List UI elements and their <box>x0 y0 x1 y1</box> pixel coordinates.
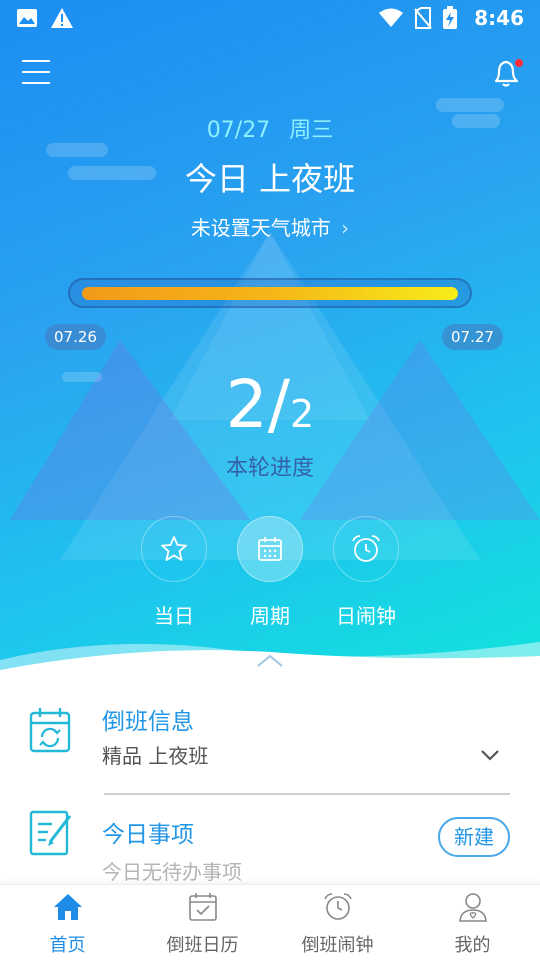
current-date: 07/27 周三 <box>0 112 540 144</box>
todo-title: 今日事项 <box>102 822 194 848</box>
hero-panel: 8:46 07/27 周三 今日 上夜班 未设置天气城市 › 07.26 07.… <box>0 0 540 680</box>
user-icon <box>458 893 487 922</box>
today-button[interactable] <box>141 516 207 582</box>
nav-profile[interactable]: 我的 <box>405 885 540 960</box>
alarm-clock-icon <box>323 893 352 920</box>
chevron-up-icon[interactable] <box>256 654 284 668</box>
weather-prompt: 未设置天气城市 <box>190 216 331 240</box>
round-counter: 2/2 <box>0 366 540 443</box>
day-alarm-button[interactable] <box>333 516 399 582</box>
section-divider <box>104 793 510 795</box>
warning-icon <box>51 8 73 28</box>
todo-edit-icon <box>29 810 72 856</box>
home-icon <box>53 894 82 920</box>
menu-button[interactable] <box>22 60 52 86</box>
status-bar: 8:46 <box>0 0 540 36</box>
round-current: 2 <box>225 366 268 443</box>
shift-info-value: 精品 上夜班 <box>102 744 209 768</box>
date-text: 07/27 <box>206 118 271 143</box>
round-label: 本轮进度 <box>225 456 314 481</box>
weekday-text: 周三 <box>289 118 334 143</box>
menu-icon <box>22 71 50 73</box>
wifi-icon <box>379 8 404 27</box>
menu-icon <box>22 82 50 84</box>
cycle-button[interactable] <box>237 516 303 582</box>
new-todo-button[interactable]: 新建 <box>438 817 510 857</box>
bell-icon <box>494 59 523 87</box>
nav-shift-calendar[interactable]: 倒班日历 <box>135 885 270 960</box>
chevron-down-icon[interactable] <box>480 748 500 762</box>
cloud-decoration <box>436 98 504 112</box>
menu-icon <box>22 60 50 62</box>
weather-city-link[interactable]: 未设置天气城市 › <box>0 212 540 241</box>
todo-empty-text: 今日无待办事项 <box>102 860 242 884</box>
cycle-end-date: 07.27 <box>442 324 503 350</box>
battery-charging-icon <box>443 6 458 29</box>
nav-home-label: 首页 <box>49 935 86 956</box>
chevron-right-icon: › <box>341 216 350 240</box>
day-alarm-label: 日闹钟 <box>336 604 396 628</box>
image-icon <box>17 9 37 27</box>
shift-info-title: 倒班信息 <box>102 709 194 735</box>
nav-shift-calendar-label: 倒班日历 <box>166 935 239 956</box>
cycle-progress-fill <box>82 287 458 300</box>
notification-button[interactable] <box>490 56 524 90</box>
star-icon <box>161 536 187 561</box>
calendar-check-icon <box>188 893 217 921</box>
cycle-start-date: 07.26 <box>45 324 106 350</box>
round-separator: / <box>267 366 291 443</box>
round-total: 2 <box>290 392 315 436</box>
nav-home[interactable]: 首页 <box>0 885 135 960</box>
calendar-icon <box>258 537 282 561</box>
nav-profile-label: 我的 <box>454 935 491 956</box>
nav-shift-alarm[interactable]: 倒班闹钟 <box>270 885 405 960</box>
today-shift-title: 今日 上夜班 <box>184 160 356 198</box>
status-time: 8:46 <box>474 6 524 30</box>
shift-rotation-icon <box>29 708 71 753</box>
alarm-icon <box>352 535 380 562</box>
bottom-navigation: 首页 倒班日历 倒班闹钟 我的 <box>0 884 540 960</box>
no-sim-icon <box>414 7 433 29</box>
nav-shift-alarm-label: 倒班闹钟 <box>301 935 374 956</box>
